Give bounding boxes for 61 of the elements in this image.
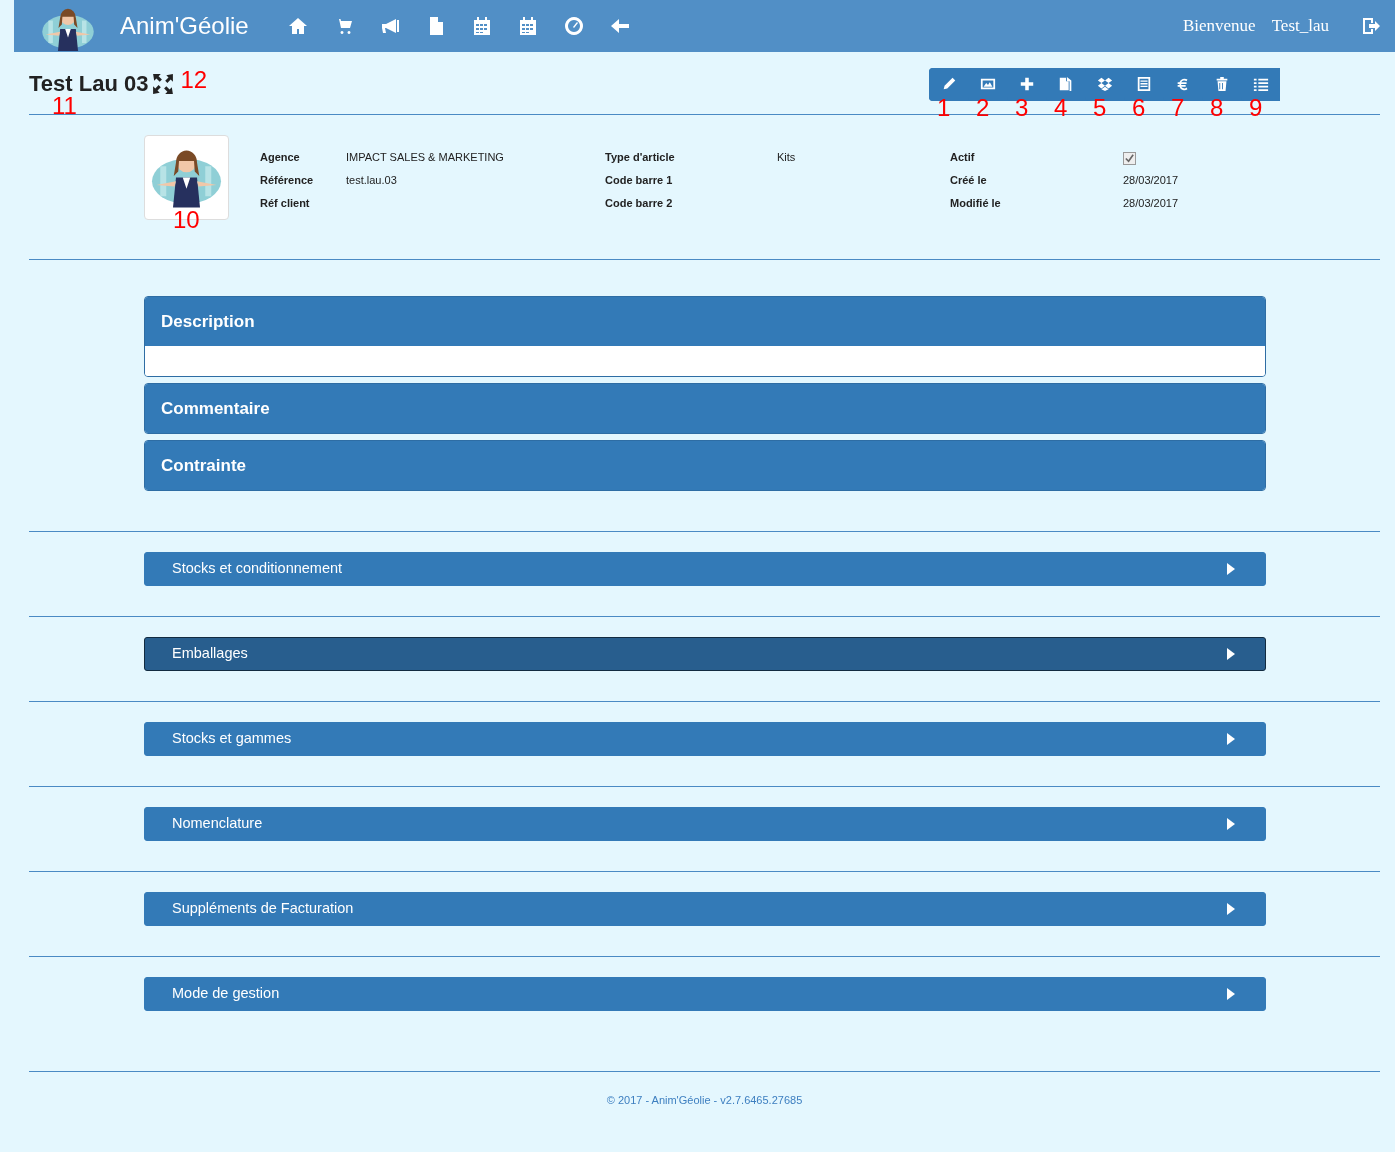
calendar-icon[interactable] <box>471 16 492 36</box>
caret-icon <box>1227 648 1235 660</box>
brand-name[interactable]: Anim'Géolie <box>120 8 249 44</box>
annotation-number: 10 <box>173 208 200 232</box>
home-icon[interactable] <box>287 16 308 36</box>
arrow-left-icon[interactable] <box>609 16 630 36</box>
annotation-number: 12 <box>180 68 208 92</box>
annotation-number: 8 <box>1210 95 1224 120</box>
panel-heading[interactable]: Contrainte <box>145 441 1265 490</box>
section-bar[interactable]: Mode de gestion <box>144 977 1266 1011</box>
page-title: Test Lau 03 <box>29 72 149 96</box>
field-label: Modifié le <box>950 197 1001 209</box>
field-label: Code barre 2 <box>605 197 673 209</box>
logout-icon[interactable] <box>1361 16 1381 36</box>
annotation-number: 3 <box>1015 95 1029 120</box>
annotation-number: 11 <box>52 94 77 119</box>
field-value: test.lau.03 <box>346 174 397 186</box>
caret-icon <box>1227 988 1235 1000</box>
field-label: Créé le <box>950 174 987 186</box>
field-label: Agence <box>260 151 300 163</box>
calendar-icon[interactable] <box>517 16 538 36</box>
expand-icon[interactable] <box>152 73 175 95</box>
field-label: Référence <box>260 174 314 186</box>
field-label: Actif <box>950 151 975 163</box>
annotation-number: 7 <box>1171 95 1185 120</box>
section-bar[interactable]: Emballages <box>144 637 1266 671</box>
field-value: IMPACT SALES & MARKETING <box>346 151 504 163</box>
image-icon <box>979 76 996 92</box>
section-bar[interactable]: Suppléments de Facturation <box>144 892 1266 926</box>
annotation-number: 9 <box>1249 95 1263 120</box>
user-name[interactable]: Test_lau <box>1271 13 1329 39</box>
section-bar[interactable]: Stocks et conditionnement <box>144 552 1266 586</box>
annotation-number: 6 <box>1132 95 1146 120</box>
field-value: 28/03/2017 <box>1123 197 1179 209</box>
field-label: Réf client <box>260 197 310 209</box>
megaphone-icon[interactable] <box>379 16 400 36</box>
sheet-icon <box>1135 76 1152 92</box>
add-icon <box>1018 76 1035 92</box>
annotation-number: 2 <box>976 95 990 120</box>
annotation-number: 5 <box>1093 95 1107 120</box>
caret-icon <box>1227 733 1235 745</box>
annotation-number: 1 <box>937 95 951 120</box>
copy-icon <box>1057 76 1074 92</box>
caret-icon <box>1227 903 1235 915</box>
section-bar[interactable]: Stocks et gammes <box>144 722 1266 756</box>
caret-icon <box>1227 563 1235 575</box>
field-value: Kits <box>777 151 796 163</box>
footer-text: © 2017 - Anim'Géolie - v2.7.6465.27685 <box>606 1094 803 1106</box>
list-icon <box>1252 76 1269 92</box>
panel-heading[interactable]: Commentaire <box>145 384 1265 433</box>
active-checkbox[interactable] <box>1123 151 1136 165</box>
panel-heading[interactable]: Description <box>145 297 1265 346</box>
field-label: Type d'article <box>605 151 675 163</box>
field-value: 28/03/2017 <box>1123 174 1179 186</box>
annotation-number: 4 <box>1054 95 1068 120</box>
field-label: Code barre 1 <box>605 174 673 186</box>
section-bar[interactable]: Nomenclature <box>144 807 1266 841</box>
greeting-text: Bienvenue <box>1182 15 1256 38</box>
caret-icon <box>1227 818 1235 830</box>
gauge-icon[interactable] <box>563 16 584 36</box>
boxes-icon <box>1096 76 1113 92</box>
